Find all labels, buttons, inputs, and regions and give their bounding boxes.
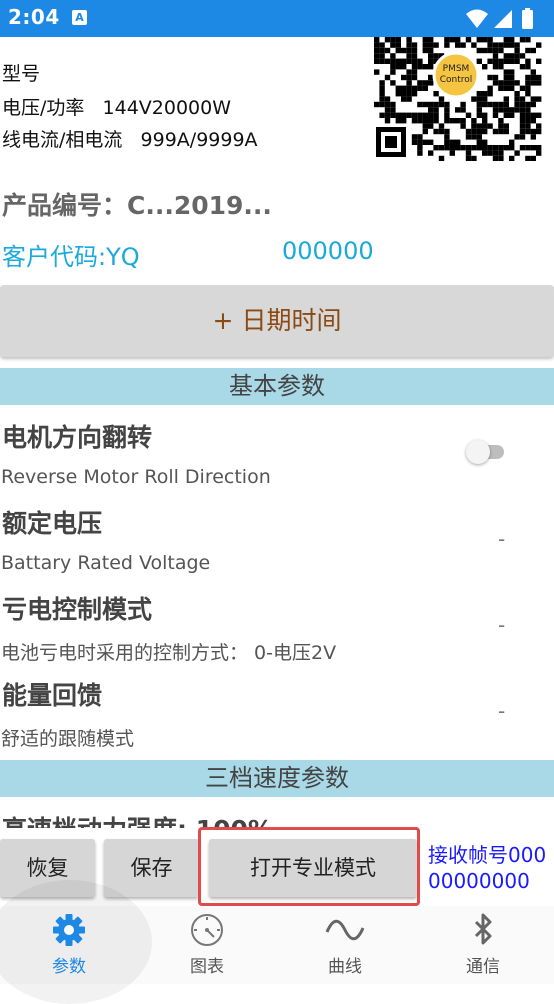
nav-label-params: 参数	[52, 957, 86, 977]
battery-icon	[522, 10, 533, 29]
model-label: 型号	[2, 63, 41, 85]
param-subtitle-energy-feedback: 舒适的跟随模式	[1, 728, 135, 750]
param-value-energy-feedback[interactable]: -	[498, 699, 505, 723]
wave-icon	[325, 919, 365, 941]
param-value-rated-voltage[interactable]: -	[498, 527, 505, 551]
frame-counter: 接收帧号00000000000	[428, 843, 547, 893]
nav-label-curves: 曲线	[328, 957, 362, 977]
motor-direction-toggle[interactable]	[466, 440, 504, 464]
param-subtitle-low-battery-mode: 电池亏电时采用的控制方式： 0-电压2V	[1, 642, 337, 664]
date-time-button[interactable]: + 日期时间	[0, 285, 554, 357]
save-button[interactable]: 保存	[104, 839, 199, 897]
current-row: 线电流/相电流 999A/9999A	[2, 125, 258, 152]
param-subtitle-motor-direction: Reverse Motor Roll Direction	[1, 466, 271, 488]
voltage-power-row: 电压/功率 144V20000W	[2, 93, 231, 120]
current-value: 999A/9999A	[140, 129, 258, 151]
qr-logo-line2: Control	[440, 75, 473, 85]
signal-icon	[494, 10, 512, 28]
param-title-rated-voltage: 额定电压	[2, 509, 103, 538]
product-code: 产品编号：C...2019...	[2, 191, 272, 220]
param-title-low-battery-mode: 亏电控制模式	[2, 595, 153, 624]
customer-code: 客户代码:YQ	[2, 243, 140, 271]
nav-item-curves[interactable]: 曲线	[276, 906, 414, 984]
pro-mode-highlight	[198, 827, 420, 906]
toggle-thumb	[466, 440, 490, 464]
gear-icon	[53, 914, 85, 946]
nav-label-charts: 图表	[190, 957, 224, 977]
status-bar: 2:04 A	[0, 0, 554, 37]
wifi-icon	[466, 9, 488, 28]
nav-item-charts[interactable]: 图表	[138, 906, 276, 984]
current-label: 线电流/相电流	[2, 129, 123, 151]
param-title-energy-feedback: 能量回馈	[2, 681, 103, 710]
param-title-motor-direction: 电机方向翻转	[2, 423, 153, 452]
section-basic-params: 基本参数	[0, 368, 554, 405]
notification-icon: A	[72, 10, 87, 25]
nav-item-comm[interactable]: 通信	[414, 906, 552, 984]
qr-code: PMSM Control	[374, 37, 542, 161]
system-icons	[466, 8, 533, 29]
param-title-high-speed-power: 高速档动力强度: 100%	[2, 810, 273, 828]
nav-label-comm: 通信	[466, 957, 500, 977]
gauge-icon	[191, 914, 223, 946]
customer-number: 000000	[282, 237, 374, 265]
section-speed-params: 三档速度参数	[0, 760, 554, 797]
qr-logo-line1: PMSM	[443, 64, 470, 74]
nav-item-params[interactable]: 参数	[0, 906, 138, 984]
voltage-power-label: 电压/功率	[2, 97, 85, 119]
param-value-low-battery-mode[interactable]: -	[498, 613, 505, 637]
param-subtitle-rated-voltage: Battary Rated Voltage	[1, 552, 211, 574]
bluetooth-icon	[474, 913, 492, 945]
voltage-power-value: 144V20000W	[102, 97, 232, 119]
status-time: 2:04	[8, 5, 60, 29]
